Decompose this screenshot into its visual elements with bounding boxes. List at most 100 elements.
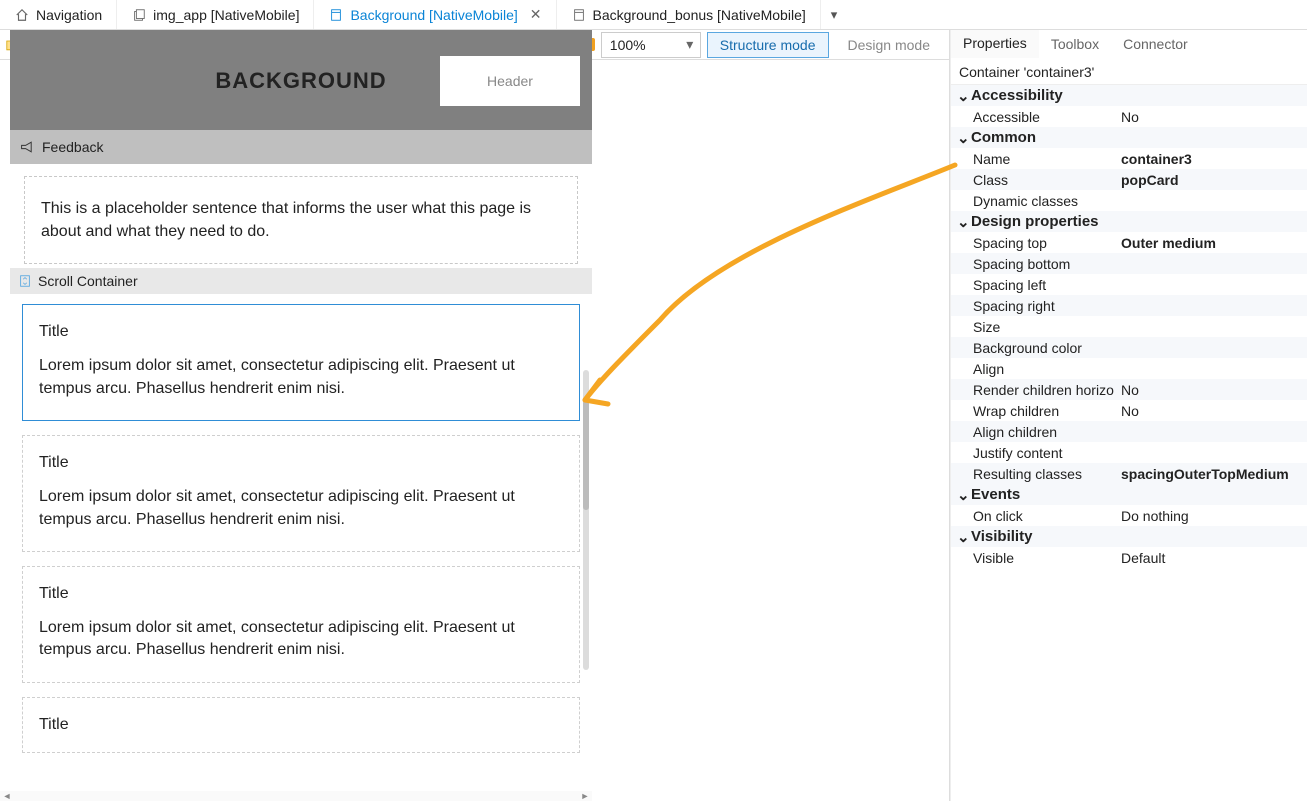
property-group-header[interactable]: ⌄Design properties xyxy=(951,211,1307,232)
property-group-header[interactable]: ⌄Visibility xyxy=(951,526,1307,547)
header-placeholder-label: Header xyxy=(487,73,533,89)
tab-img-app[interactable]: img_app [NativeMobile] xyxy=(117,0,314,29)
property-value: Do nothing xyxy=(1121,508,1307,524)
tab-navigation[interactable]: Navigation xyxy=(0,0,117,29)
design-mode-button[interactable]: Design mode xyxy=(835,32,944,58)
properties-tab-connector[interactable]: Connector xyxy=(1111,30,1200,58)
megaphone-icon xyxy=(20,140,36,154)
properties-body: ⌄AccessibilityAccessibleNo⌄CommonNamecon… xyxy=(951,85,1307,801)
property-group-header[interactable]: ⌄Common xyxy=(951,127,1307,148)
property-group-header[interactable]: ⌄Events xyxy=(951,484,1307,505)
tab-label: Background [NativeMobile] xyxy=(350,7,517,23)
app-root: Navigation img_app [NativeMobile] Backgr… xyxy=(0,0,1307,801)
property-label: Accessible xyxy=(973,109,1121,125)
header-placeholder-button[interactable]: Header xyxy=(440,56,580,106)
property-row[interactable]: On clickDo nothing xyxy=(951,505,1307,526)
property-row[interactable]: Size xyxy=(951,316,1307,337)
property-value: popCard xyxy=(1121,172,1307,188)
property-label: Align children xyxy=(973,424,1121,440)
horizontal-scrollbar[interactable]: ◄ ► xyxy=(0,791,592,801)
close-icon[interactable]: ✕ xyxy=(530,6,542,23)
property-row[interactable]: Resulting classesspacingOuterTopMedium xyxy=(951,463,1307,484)
property-row[interactable]: AccessibleNo xyxy=(951,106,1307,127)
property-label: Dynamic classes xyxy=(973,193,1121,209)
property-value: spacingOuterTopMedium xyxy=(1121,466,1307,482)
property-row[interactable]: VisibleDefault xyxy=(951,547,1307,568)
card[interactable]: Title Lorem ipsum dolor sit amet, consec… xyxy=(22,566,580,683)
property-label: Spacing right xyxy=(973,298,1121,314)
chevron-down-icon: ⌄ xyxy=(957,528,971,546)
phone-header: BACKGROUND Header xyxy=(10,30,592,130)
scroll-container-label-bar[interactable]: Scroll Container xyxy=(10,268,592,294)
property-label: Spacing left xyxy=(973,277,1121,293)
tab-label: Background_bonus [NativeMobile] xyxy=(593,7,806,23)
intro-text-container[interactable]: This is a placeholder sentence that info… xyxy=(24,176,578,264)
scroll-left-icon[interactable]: ◄ xyxy=(0,791,14,801)
feedback-bar[interactable]: Feedback xyxy=(10,130,592,164)
properties-tab-toolbox[interactable]: Toolbox xyxy=(1039,30,1111,58)
tab-label: Connector xyxy=(1123,36,1188,52)
property-row[interactable]: Align children xyxy=(951,421,1307,442)
property-row[interactable]: Spacing left xyxy=(951,274,1307,295)
property-label: Spacing top xyxy=(973,235,1121,251)
cards-column: Title Lorem ipsum dolor sit amet, consec… xyxy=(10,294,592,752)
vertical-scrollbar[interactable] xyxy=(583,370,589,670)
properties-tabs: Properties Toolbox Connector xyxy=(951,30,1307,58)
document-icon xyxy=(571,7,587,23)
editor-tabs-bar: Navigation img_app [NativeMobile] Backgr… xyxy=(0,0,1307,30)
property-label: Justify content xyxy=(973,445,1121,461)
tab-label: Navigation xyxy=(36,7,102,23)
properties-breadcrumb: Container 'container3' xyxy=(951,58,1307,85)
scroll-container-label: Scroll Container xyxy=(38,273,138,289)
container3-card-selected[interactable]: Title Lorem ipsum dolor sit amet, consec… xyxy=(22,304,580,421)
document-icon xyxy=(328,7,344,23)
scroll-right-icon[interactable]: ► xyxy=(578,791,592,801)
property-value: container3 xyxy=(1121,151,1307,167)
canvas-column: Parameters (0) xyxy=(0,30,950,801)
property-row[interactable]: Background color xyxy=(951,337,1307,358)
chevron-down-icon: ⌄ xyxy=(957,87,971,105)
property-row[interactable]: Align xyxy=(951,358,1307,379)
property-value: No xyxy=(1121,382,1307,398)
scrollbar-thumb[interactable] xyxy=(583,400,589,510)
property-group-title: Common xyxy=(971,129,1036,146)
property-label: Spacing bottom xyxy=(973,256,1121,272)
main-split: Parameters (0) xyxy=(0,30,1307,801)
property-value: No xyxy=(1121,403,1307,419)
property-row[interactable]: Wrap childrenNo xyxy=(951,400,1307,421)
home-icon xyxy=(14,7,30,23)
chevron-down-icon: ⌄ xyxy=(957,129,971,147)
structure-mode-button[interactable]: Structure mode xyxy=(707,32,829,58)
card-body: Lorem ipsum dolor sit amet, consectetur … xyxy=(39,486,563,531)
feedback-label: Feedback xyxy=(42,139,103,155)
property-label: Size xyxy=(973,319,1121,335)
properties-tab-properties[interactable]: Properties xyxy=(951,30,1039,58)
property-row[interactable]: Spacing right xyxy=(951,295,1307,316)
property-row[interactable]: Render children horizoNo xyxy=(951,379,1307,400)
tab-overflow-button[interactable]: ▾ xyxy=(821,0,848,29)
property-label: Align xyxy=(973,361,1121,377)
card[interactable]: Title Lorem ipsum dolor sit amet, consec… xyxy=(22,435,580,552)
structure-mode-label: Structure mode xyxy=(720,37,816,53)
property-row[interactable]: Spacing bottom xyxy=(951,253,1307,274)
card[interactable]: Title xyxy=(22,697,580,753)
property-label: Background color xyxy=(973,340,1121,356)
property-row[interactable]: Justify content xyxy=(951,442,1307,463)
property-value: No xyxy=(1121,109,1307,125)
property-group-title: Visibility xyxy=(971,528,1032,545)
card-body: Lorem ipsum dolor sit amet, consectetur … xyxy=(39,355,563,400)
tab-label: Toolbox xyxy=(1051,36,1099,52)
property-value: Outer medium xyxy=(1121,235,1307,251)
tab-background-bonus[interactable]: Background_bonus [NativeMobile] xyxy=(557,0,821,29)
zoom-value: 100% xyxy=(610,37,646,53)
zoom-select[interactable]: 100% ▾ xyxy=(601,32,701,58)
property-label: Name xyxy=(973,151,1121,167)
property-row[interactable]: Spacing topOuter medium xyxy=(951,232,1307,253)
property-row[interactable]: ClasspopCard xyxy=(951,169,1307,190)
property-label: On click xyxy=(973,508,1121,524)
tab-background[interactable]: Background [NativeMobile] ✕ xyxy=(314,0,556,29)
property-row[interactable]: Dynamic classes xyxy=(951,190,1307,211)
card-body: Lorem ipsum dolor sit amet, consectetur … xyxy=(39,617,563,662)
property-group-header[interactable]: ⌄Accessibility xyxy=(951,85,1307,106)
property-row[interactable]: Namecontainer3 xyxy=(951,148,1307,169)
